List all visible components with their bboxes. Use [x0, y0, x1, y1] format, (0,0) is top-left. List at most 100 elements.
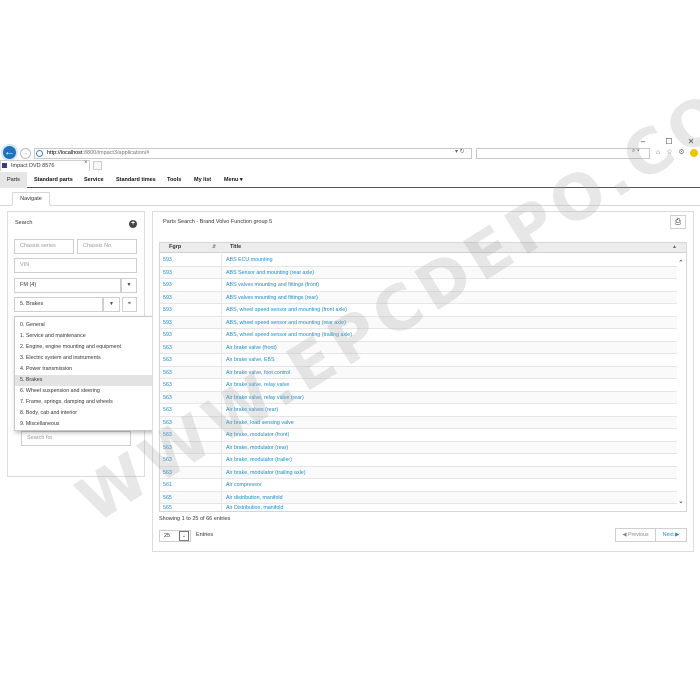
- table-row[interactable]: 563 Air brake, modulator (trailer): [159, 454, 677, 467]
- table-row[interactable]: 563 Air brake valves (rear): [159, 404, 677, 417]
- cell-fgrp[interactable]: 563: [163, 342, 172, 355]
- cell-title[interactable]: Air brake valve (front): [226, 342, 277, 355]
- search-for-input[interactable]: Search for: [21, 431, 131, 446]
- tab-navigate[interactable]: Navigate: [12, 192, 50, 206]
- cell-title[interactable]: Air brake, modulator (front): [226, 429, 289, 442]
- table-row[interactable]: 593 ABS Sensor and mounting (rear axle): [159, 266, 677, 280]
- new-tab-button[interactable]: [93, 161, 102, 170]
- menu-item-8[interactable]: 8. Body, cab and interior»: [15, 408, 175, 419]
- menu-item-2[interactable]: 2. Engine, engine mounting and equipment…: [15, 342, 175, 353]
- cell-fgrp[interactable]: 593: [163, 254, 172, 267]
- cell-title[interactable]: ABS, wheel speed sensor and mounting (tr…: [226, 329, 352, 342]
- maximize-icon[interactable]: ☐: [662, 137, 676, 146]
- table-row[interactable]: 593 ABS, wheel speed sensor and mounting …: [159, 316, 677, 330]
- cell-title[interactable]: Air brake, modulator (trailer): [226, 454, 292, 467]
- vin-input[interactable]: VIN: [14, 258, 137, 273]
- table-row[interactable]: 563 Air brake valve, EBS: [159, 354, 677, 367]
- sort-icon[interactable]: ⇵: [212, 242, 216, 253]
- menu-item-4[interactable]: 4. Power transmission»: [15, 364, 175, 375]
- cell-title[interactable]: ABS, wheel speed sensor and mounting (re…: [226, 317, 346, 330]
- cell-title[interactable]: ABS ECU,mounting: [226, 254, 273, 267]
- chassis-series-input[interactable]: Chassis series: [14, 239, 74, 254]
- table-row[interactable]: 593 ABS valves mounting and fittings (fro…: [159, 279, 677, 292]
- cell-fgrp[interactable]: 593: [163, 267, 172, 280]
- cell-fgrp[interactable]: 563: [163, 379, 172, 392]
- cell-fgrp[interactable]: 593: [163, 329, 172, 342]
- menu-item-5[interactable]: 5. Brakes»: [15, 375, 175, 386]
- cell-fgrp[interactable]: 563: [163, 392, 172, 405]
- sort-up-icon[interactable]: ▲: [672, 242, 677, 253]
- scroll-down-chevron-icon[interactable]: ⌄: [678, 497, 684, 505]
- table-row[interactable]: 563 Air brake, load sensing valve: [159, 416, 677, 430]
- column-header-title[interactable]: Title: [230, 242, 241, 253]
- cell-title[interactable]: Air brake, modulator (trailing axle): [226, 467, 305, 480]
- table-row[interactable]: 563 Air brake valve, foot control: [159, 366, 677, 380]
- tab-close-icon[interactable]: ×: [84, 160, 88, 166]
- nav-standard-times[interactable]: Standard times: [116, 172, 156, 188]
- forward-arrow-icon[interactable]: →: [20, 148, 31, 159]
- table-row[interactable]: 565 Air distribution, manifold: [159, 491, 677, 505]
- model-select[interactable]: FM (4): [14, 278, 121, 293]
- cell-title[interactable]: ABS valves mounting and fittings (front): [226, 279, 319, 292]
- cell-title[interactable]: ABS Sensor and mounting (rear axle): [226, 267, 314, 280]
- cell-title[interactable]: Air compressor: [226, 479, 262, 492]
- table-scrollbar[interactable]: [677, 253, 686, 511]
- cell-title[interactable]: Air distribution, manifold: [226, 492, 283, 505]
- address-bar[interactable]: http://localhost:8800/impact3/applicatio…: [34, 148, 472, 159]
- feedback-smiley-icon[interactable]: [690, 149, 698, 157]
- cell-fgrp[interactable]: 593: [163, 279, 172, 292]
- column-header-fgrp[interactable]: Fgrp: [169, 242, 181, 253]
- browser-tab[interactable]: Impact DVD 8576: [0, 160, 90, 171]
- menu-item-1[interactable]: 1. Service and maintenance»: [15, 331, 175, 342]
- cell-fgrp[interactable]: 565: [163, 492, 172, 505]
- back-arrow-icon[interactable]: ←: [1, 144, 18, 161]
- table-row[interactable]: 593 ABS, wheel speed sensor and mounting …: [159, 304, 677, 317]
- cell-fgrp[interactable]: 563: [163, 367, 172, 380]
- next-page-button[interactable]: Next ▶: [656, 529, 686, 541]
- cell-fgrp[interactable]: 563: [163, 467, 172, 480]
- cell-title[interactable]: Air brake valve, EBS: [226, 354, 275, 367]
- refresh-icon[interactable]: ▾ ↻: [455, 148, 465, 155]
- cell-title[interactable]: ABS, wheel speed sensor and mounting (fr…: [226, 304, 347, 317]
- cell-title[interactable]: Air Distribution, manifold: [226, 504, 283, 511]
- table-row[interactable]: 561 Air compressor: [159, 479, 677, 492]
- table-row[interactable]: 563 Air brake, modulator (trailing axle): [159, 466, 677, 480]
- cell-title[interactable]: Air brake valves (rear): [226, 404, 278, 417]
- cell-fgrp[interactable]: 563: [163, 417, 172, 430]
- print-icon[interactable]: ⎙: [670, 215, 686, 229]
- menu-item-6[interactable]: 6. Wheel suspension and steering»: [15, 386, 175, 397]
- cell-fgrp[interactable]: 593: [163, 304, 172, 317]
- cell-fgrp[interactable]: 563: [163, 454, 172, 467]
- nav-tools[interactable]: Tools: [167, 172, 181, 188]
- table-row[interactable]: 563 Air brake, modulator (front): [159, 429, 677, 442]
- cell-title[interactable]: Air brake valve, foot control: [226, 367, 290, 380]
- scroll-up-chevron-icon[interactable]: ⌃: [678, 259, 684, 267]
- table-row[interactable]: 593 ABS valves mounting and fittings (rea…: [159, 291, 677, 305]
- cell-fgrp[interactable]: 593: [163, 317, 172, 330]
- cell-fgrp[interactable]: 563: [163, 442, 172, 455]
- cell-fgrp[interactable]: 563: [163, 404, 172, 417]
- nav-service[interactable]: Service: [84, 172, 104, 188]
- cell-title[interactable]: Air brake, load sensing valve: [226, 417, 294, 430]
- home-favorites-settings-icons[interactable]: ⌂ ☆ ⚙: [656, 148, 687, 156]
- search-icon[interactable]: ⌕ ▾: [632, 148, 640, 155]
- model-chevron-down-icon[interactable]: ▼: [121, 278, 137, 293]
- table-row[interactable]: 593 ABS ECU,mounting: [159, 254, 677, 267]
- cell-fgrp[interactable]: 593: [163, 292, 172, 305]
- cell-title[interactable]: Air brake valve, relay valve (rear): [226, 392, 304, 405]
- minimize-icon[interactable]: –: [636, 137, 650, 146]
- table-row[interactable]: 565 Air Distribution, manifold: [159, 504, 677, 512]
- group-chevron-down-icon[interactable]: ▼: [103, 297, 120, 312]
- add-icon[interactable]: +: [129, 220, 137, 228]
- cell-fgrp[interactable]: 563: [163, 429, 172, 442]
- table-row[interactable]: 563 Air brake, modulator (rear): [159, 441, 677, 455]
- menu-item-9[interactable]: 9. Miscellaneous»: [15, 419, 175, 430]
- table-row[interactable]: 593 ABS, wheel speed sensor and mounting …: [159, 329, 677, 342]
- table-row[interactable]: 563 Air brake valve, relay valve (rear): [159, 391, 677, 405]
- previous-page-button[interactable]: ◀ Previous: [616, 529, 656, 541]
- cell-title[interactable]: Air brake, modulator (rear): [226, 442, 288, 455]
- page-size-chevron-down-icon[interactable]: ⌄: [179, 531, 189, 541]
- close-window-icon[interactable]: ✕: [684, 137, 698, 146]
- scan-icon[interactable]: ⌖: [122, 297, 137, 312]
- table-row[interactable]: 563 Air brake valve, relay valve: [159, 379, 677, 392]
